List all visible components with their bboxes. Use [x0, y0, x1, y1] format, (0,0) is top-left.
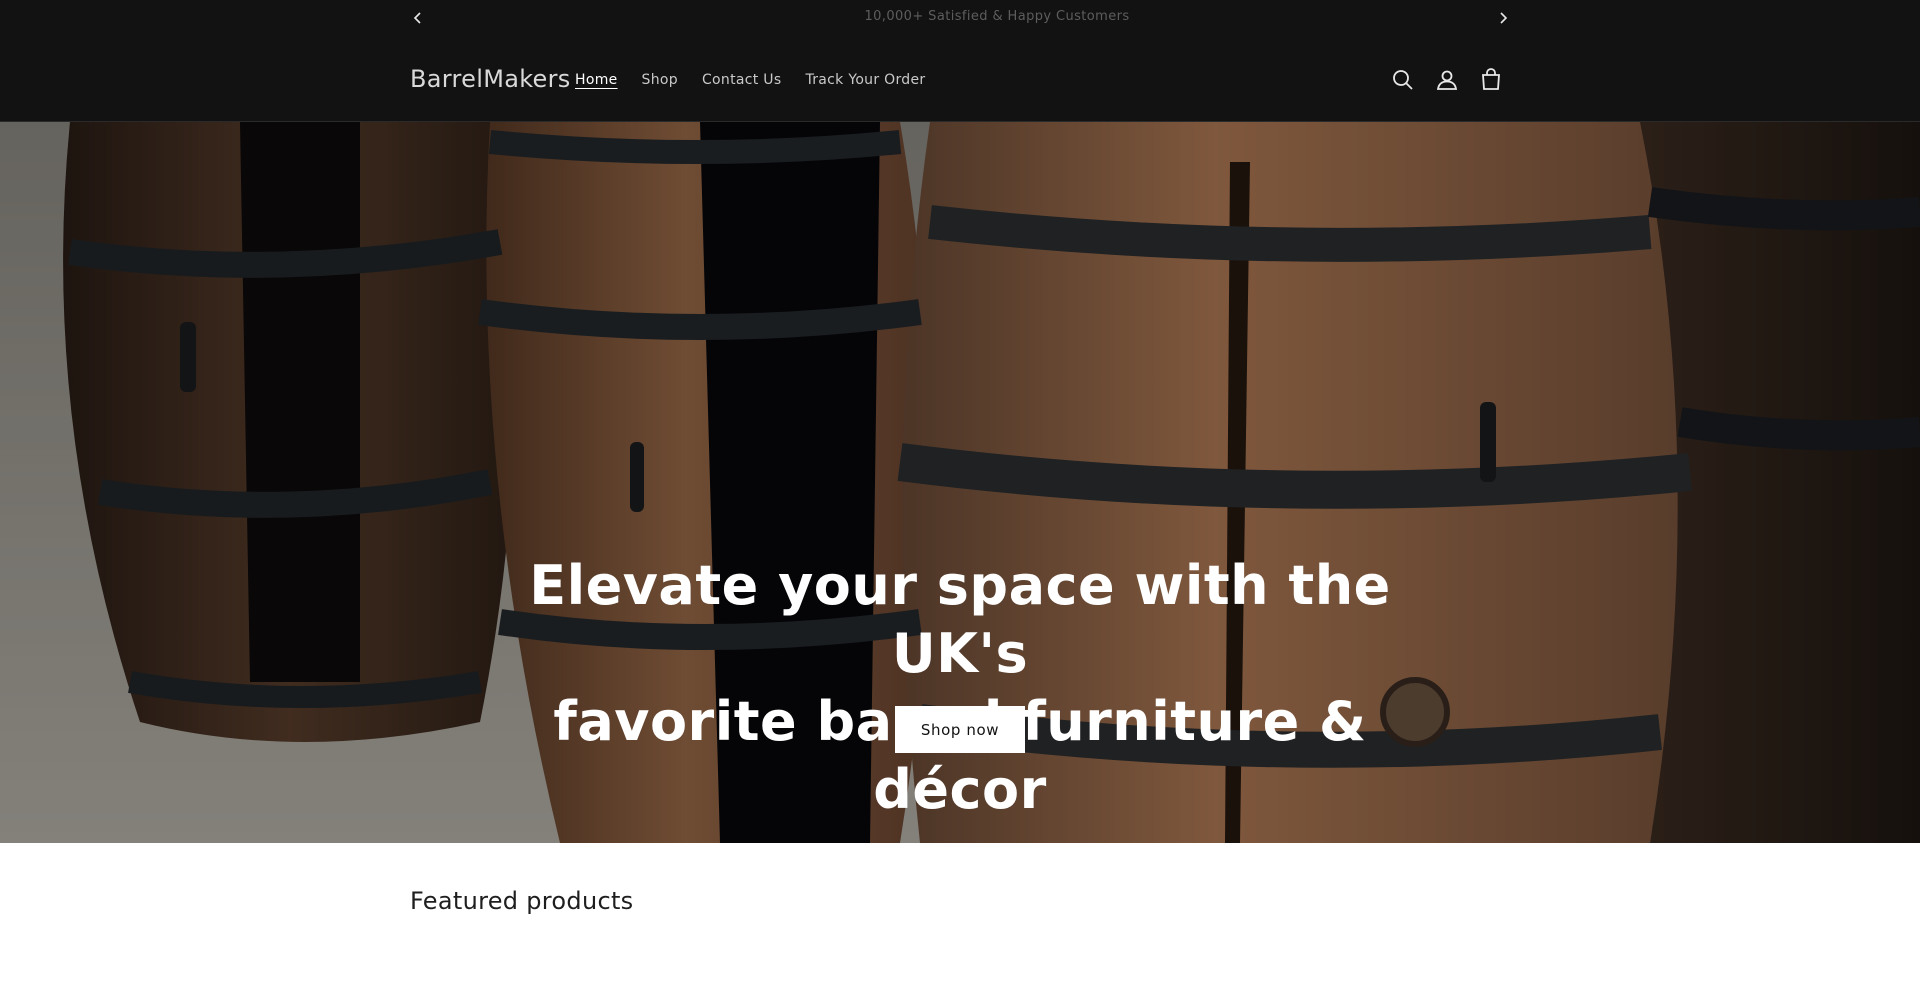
featured-products-heading: Featured products [410, 887, 634, 915]
chevron-right-icon[interactable] [1494, 9, 1512, 27]
cart-icon[interactable] [1478, 67, 1504, 93]
site-header: BarrelMakers Home Shop Contact Us Track … [0, 36, 1920, 122]
account-icon[interactable] [1434, 67, 1460, 93]
search-icon[interactable] [1390, 67, 1416, 93]
hero-banner: Elevate your space with the UK's favorit… [0, 122, 1920, 843]
announcement-bar: 10,000+ Satisfied & Happy Customers [0, 0, 1920, 36]
site-logo[interactable]: BarrelMakers [410, 65, 571, 93]
hero-headline-line-1: Elevate your space with the UK's [529, 554, 1391, 685]
announcement-message: 10,000+ Satisfied & Happy Customers [864, 9, 1130, 24]
hero-headline: Elevate your space with the UK's favorit… [460, 552, 1460, 824]
main-nav: Home Shop Contact Us Track Your Order [575, 72, 949, 88]
header-icons [1390, 67, 1522, 93]
nav-item-contact-us[interactable]: Contact Us [702, 72, 781, 88]
nav-item-home[interactable]: Home [575, 72, 618, 88]
shop-now-button[interactable]: Shop now [895, 706, 1025, 753]
nav-item-shop[interactable]: Shop [642, 72, 678, 88]
nav-item-track-your-order[interactable]: Track Your Order [805, 72, 925, 88]
